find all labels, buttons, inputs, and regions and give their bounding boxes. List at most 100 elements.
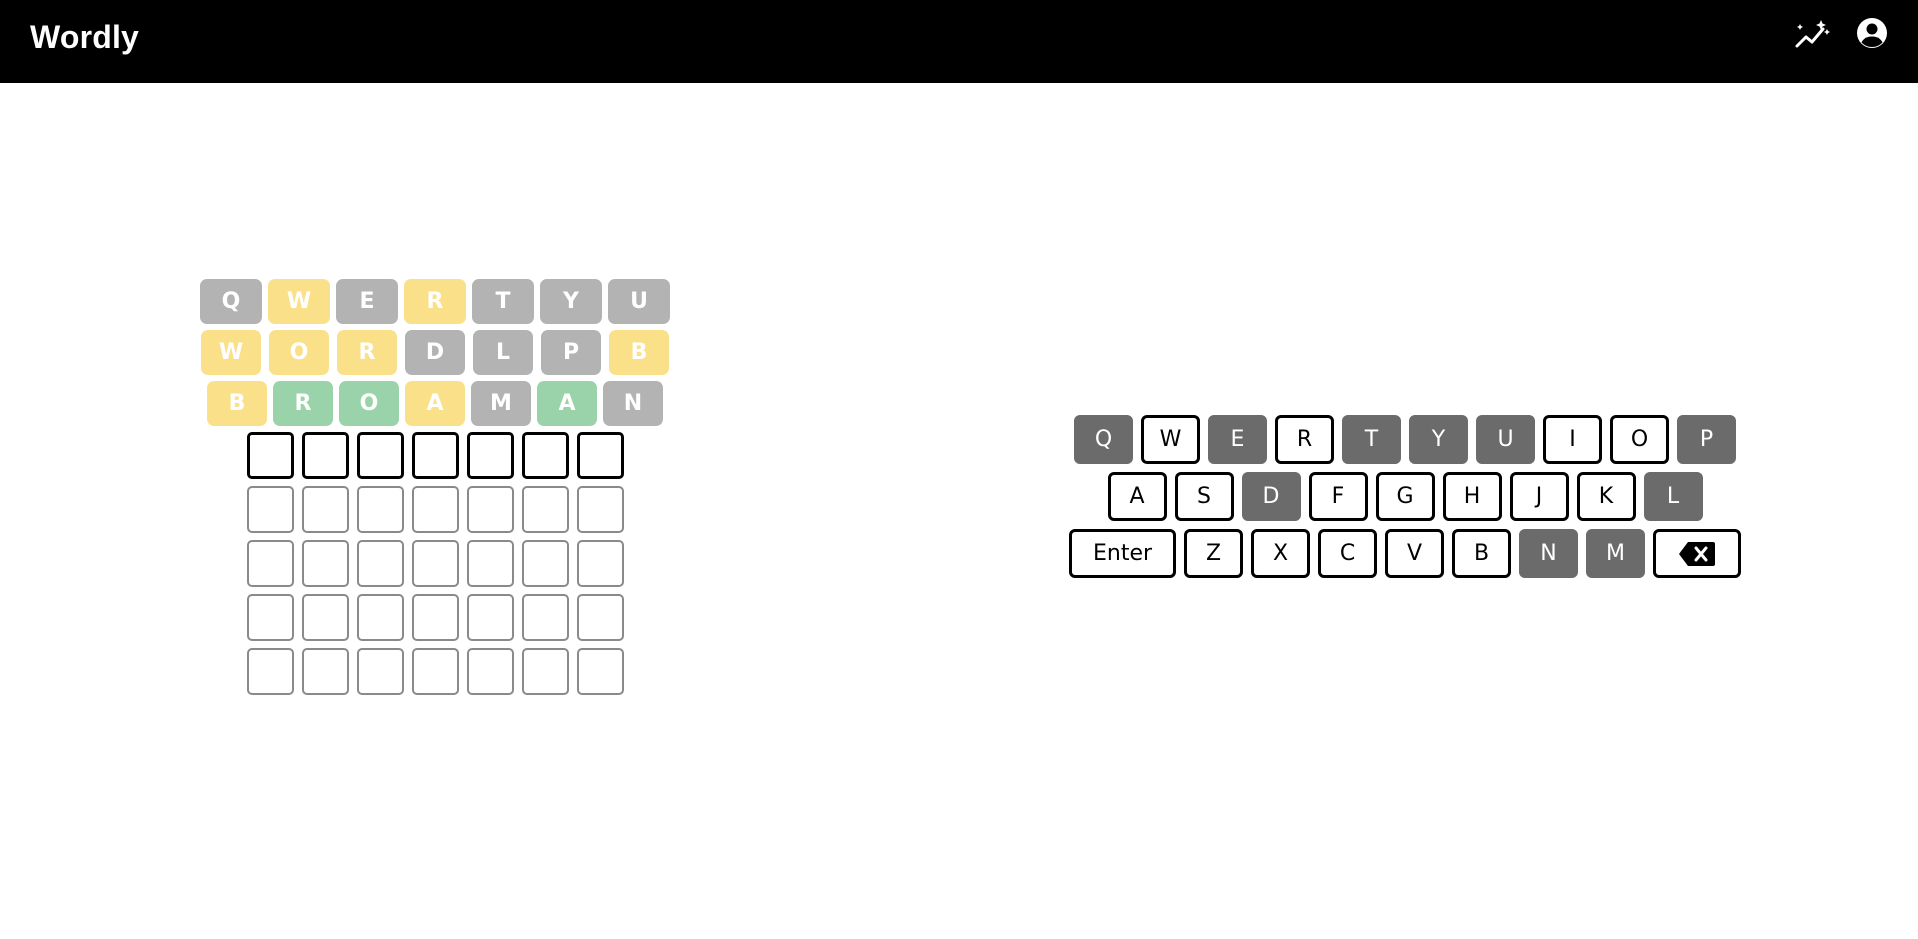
empty-tile <box>356 540 404 587</box>
empty-tile <box>411 432 459 479</box>
empty-tile <box>356 432 404 479</box>
guess-tile-present: A <box>405 381 465 426</box>
key-d[interactable]: D <box>1241 472 1301 521</box>
empty-tile <box>301 432 349 479</box>
keyboard-row: QWERTYUIOP <box>1052 415 1758 464</box>
guess-tile-absent: T <box>472 279 534 324</box>
key-g[interactable]: G <box>1375 472 1435 521</box>
key-f[interactable]: F <box>1308 472 1368 521</box>
empty-tile <box>466 648 514 695</box>
key-l[interactable]: L <box>1643 472 1703 521</box>
guess-tile-absent: U <box>608 279 670 324</box>
key-z[interactable]: Z <box>1184 529 1243 578</box>
empty-tile <box>576 648 624 695</box>
key-m[interactable]: M <box>1586 529 1645 578</box>
guess-row: BROAMAN <box>190 381 680 426</box>
empty-tile <box>466 540 514 587</box>
empty-tile <box>466 432 514 479</box>
guess-tile-present: W <box>268 279 330 324</box>
guess-tile-absent: L <box>473 330 533 375</box>
key-h[interactable]: H <box>1442 472 1502 521</box>
empty-row <box>190 540 680 587</box>
empty-tile <box>246 540 294 587</box>
empty-tile <box>301 648 349 695</box>
guess-tile-present: W <box>201 330 261 375</box>
empty-tile <box>301 540 349 587</box>
key-p[interactable]: P <box>1677 415 1736 464</box>
guess-row: WORDLPB <box>190 330 680 375</box>
stats-chart-icon[interactable] <box>1792 16 1832 56</box>
empty-tile <box>411 486 459 533</box>
empty-tile <box>411 648 459 695</box>
key-o[interactable]: O <box>1610 415 1669 464</box>
empty-tile <box>356 648 404 695</box>
key-e[interactable]: E <box>1208 415 1267 464</box>
guess-tile-present: B <box>609 330 669 375</box>
empty-tile <box>521 432 569 479</box>
guess-tile-correct: O <box>339 381 399 426</box>
guess-tile-present: R <box>404 279 466 324</box>
empty-row <box>190 486 680 533</box>
key-a[interactable]: A <box>1107 472 1167 521</box>
key-i[interactable]: I <box>1543 415 1602 464</box>
empty-tile <box>246 594 294 641</box>
guess-tile-absent: M <box>471 381 531 426</box>
empty-tile <box>576 540 624 587</box>
empty-tile <box>411 540 459 587</box>
backspace-key[interactable] <box>1653 529 1741 578</box>
guess-tile-correct: A <box>537 381 597 426</box>
guess-tile-correct: R <box>273 381 333 426</box>
key-j[interactable]: J <box>1509 472 1569 521</box>
empty-tile <box>576 486 624 533</box>
active-row <box>190 432 680 479</box>
key-q[interactable]: Q <box>1074 415 1133 464</box>
empty-tile <box>246 648 294 695</box>
empty-row <box>190 594 680 641</box>
guess-tile-present: R <box>337 330 397 375</box>
key-enter[interactable]: Enter <box>1069 529 1176 578</box>
empty-row <box>190 648 680 695</box>
guess-tile-absent: E <box>336 279 398 324</box>
app-title: Wordly <box>30 19 140 55</box>
backspace-icon <box>1679 541 1715 566</box>
empty-tile <box>521 594 569 641</box>
empty-tile <box>411 594 459 641</box>
key-r[interactable]: R <box>1275 415 1334 464</box>
empty-tile <box>466 594 514 641</box>
key-u[interactable]: U <box>1476 415 1535 464</box>
game-board: QWERTYUWORDLPBBROAMAN <box>190 279 680 702</box>
key-t[interactable]: T <box>1342 415 1401 464</box>
keyboard-row: Enter Z X C V B N M <box>1052 529 1758 578</box>
empty-tile <box>356 486 404 533</box>
account-circle-icon[interactable] <box>1852 16 1892 56</box>
key-b[interactable]: B <box>1452 529 1511 578</box>
empty-tile <box>576 432 624 479</box>
empty-tile <box>301 486 349 533</box>
guess-tile-absent: N <box>603 381 663 426</box>
key-n[interactable]: N <box>1519 529 1578 578</box>
key-x[interactable]: X <box>1251 529 1310 578</box>
key-v[interactable]: V <box>1385 529 1444 578</box>
key-s[interactable]: S <box>1174 472 1234 521</box>
empty-tile <box>521 486 569 533</box>
empty-tile <box>521 648 569 695</box>
empty-tile <box>521 540 569 587</box>
key-c[interactable]: C <box>1318 529 1377 578</box>
empty-tile <box>301 594 349 641</box>
key-y[interactable]: Y <box>1409 415 1468 464</box>
guess-tile-absent: P <box>541 330 601 375</box>
guess-tile-absent: Y <box>540 279 602 324</box>
empty-tile <box>356 594 404 641</box>
keyboard-row: ASDFGHJKL <box>1052 472 1758 521</box>
empty-tile <box>576 594 624 641</box>
top-bar: Wordly <box>0 0 1918 83</box>
guess-tile-present: B <box>207 381 267 426</box>
key-k[interactable]: K <box>1576 472 1636 521</box>
empty-tile <box>246 486 294 533</box>
empty-tile <box>466 486 514 533</box>
key-w[interactable]: W <box>1141 415 1200 464</box>
on-screen-keyboard: Q W E R T Y U I O P A S D F G H J K L Enter Z X C V B N M <box>1052 415 1758 586</box>
guess-tile-absent: D <box>405 330 465 375</box>
guess-tile-absent: Q <box>200 279 262 324</box>
empty-tile <box>246 432 294 479</box>
